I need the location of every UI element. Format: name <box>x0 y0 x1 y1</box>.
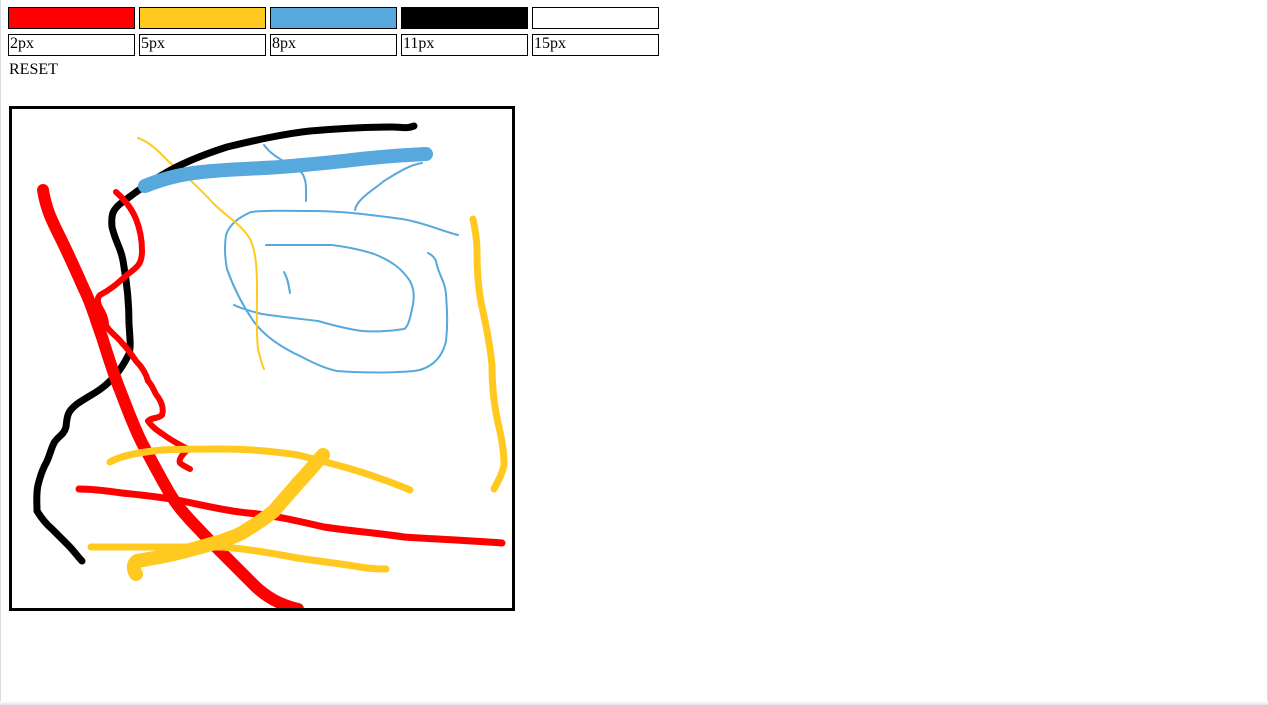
brush-size-selector: 2px 5px 8px 11px 15px <box>8 34 659 56</box>
brush-size-15px[interactable]: 15px <box>532 34 659 56</box>
color-swatch-black[interactable] <box>401 7 528 29</box>
reset-button[interactable]: RESET <box>9 60 58 80</box>
color-swatch-white[interactable] <box>532 7 659 29</box>
drawing-canvas[interactable] <box>9 106 515 611</box>
brush-size-2px[interactable]: 2px <box>8 34 135 56</box>
stroke-blue-thin <box>233 243 415 333</box>
stroke-yellow-vertical <box>469 215 508 493</box>
stroke-blue-thin <box>283 271 291 294</box>
color-swatch-blue[interactable] <box>270 7 397 29</box>
stroke-blue-thin <box>223 209 459 374</box>
stroke-black <box>33 122 418 565</box>
drawing-strokes <box>33 122 508 608</box>
color-swatch-yellow[interactable] <box>139 7 266 29</box>
stroke-blue-thin <box>354 162 423 211</box>
color-swatch-red[interactable] <box>8 7 135 29</box>
brush-size-8px[interactable]: 8px <box>270 34 397 56</box>
brush-size-11px[interactable]: 11px <box>401 34 528 56</box>
color-palette <box>8 7 659 29</box>
brush-size-5px[interactable]: 5px <box>139 34 266 56</box>
window-bottom-edge <box>0 701 1268 705</box>
